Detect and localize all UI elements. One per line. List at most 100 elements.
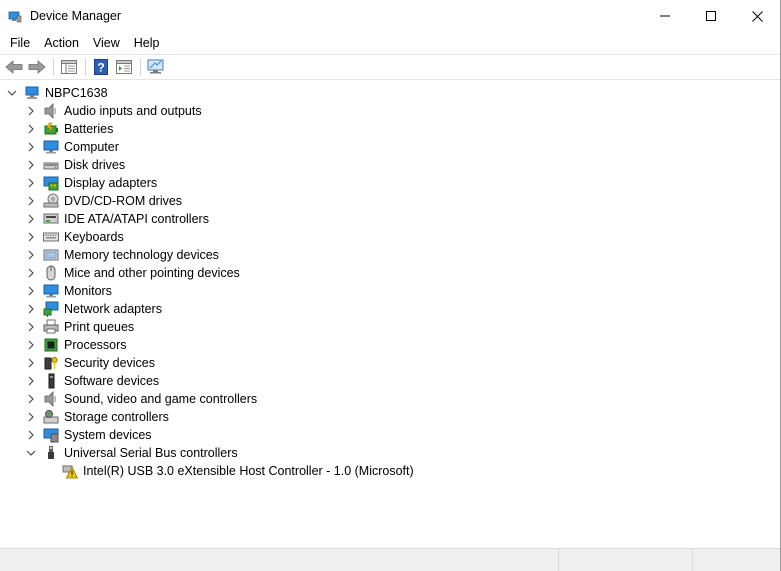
monitor-scan-icon [147,59,164,74]
tree-item-label: DVD/CD-ROM drives [64,194,183,208]
tree-category-audio-inputs-and-outputs[interactable]: Audio inputs and outputs [0,102,760,120]
menu-action[interactable]: Action [37,33,86,53]
tree-category-software-devices[interactable]: Software devices [0,372,760,390]
window-title: Device Manager [30,9,122,23]
chevron-right-icon[interactable] [25,267,37,279]
tree-item-label: Mice and other pointing devices [64,266,240,280]
chevron-right-icon[interactable] [25,339,37,351]
tree-category-universal-serial-bus-controllers[interactable]: Universal Serial Bus controllers [0,444,760,462]
tree-category-display-adapters[interactable]: Display adapters [0,174,760,192]
tree-category-network-adapters[interactable]: Network adapters [0,300,760,318]
menu-view[interactable]: View [86,33,127,53]
tree-item-label: IDE ATA/ATAPI controllers [64,212,209,226]
memory-icon [43,247,59,263]
tree-category-monitors[interactable]: Monitors [0,282,760,300]
tree-item-label: Keyboards [64,230,124,244]
tree-category-disk-drives[interactable]: Disk drives [0,156,760,174]
tree-item-label: Storage controllers [64,410,169,424]
tree-device-intel-usb-host-controller[interactable]: Intel(R) USB 3.0 eXtensible Host Control… [0,462,760,480]
tree-category-storage-controllers[interactable]: Storage controllers [0,408,760,426]
back-button[interactable] [3,56,25,78]
tree-item-label: System devices [64,428,152,442]
tree-item-label: Print queues [64,320,135,334]
show-hide-console-tree-button[interactable] [58,56,80,78]
tree-item-label: Disk drives [64,158,126,172]
arrow-left-icon [5,60,23,74]
chevron-right-icon[interactable] [25,249,37,261]
console-tree-icon [61,60,77,74]
chevron-right-icon[interactable] [25,375,37,387]
tree-category-sound-video-and-game-controllers[interactable]: Sound, video and game controllers [0,390,760,408]
monitor-icon [43,283,59,299]
tree-item-label: Processors [64,338,127,352]
toolbar: ? [0,54,780,80]
chevron-right-icon[interactable] [25,141,37,153]
properties-icon [116,60,132,74]
tree-item-label: Intel(R) USB 3.0 eXtensible Host Control… [83,464,414,478]
menu-help[interactable]: Help [127,33,167,53]
printer-icon [43,319,59,335]
tree-category-batteries[interactable]: Batteries [0,120,760,138]
close-button[interactable] [734,0,780,32]
minimize-button[interactable] [642,0,688,32]
display-adapter-icon [43,175,59,191]
menu-bar: File Action View Help [0,32,780,54]
tree-item-label: Network adapters [64,302,162,316]
chevron-right-icon[interactable] [25,123,37,135]
tree-item-label: Computer [64,140,119,154]
toolbar-separator [85,58,86,76]
battery-icon [43,121,59,137]
ide-controller-icon [43,211,59,227]
disk-drive-icon [43,157,59,173]
status-pane [558,549,692,571]
svg-text:?: ? [97,61,104,75]
speaker-icon [43,391,59,407]
software-device-icon [43,373,59,389]
chevron-right-icon[interactable] [25,285,37,297]
chevron-right-icon[interactable] [25,195,37,207]
processor-icon [43,337,59,353]
chevron-right-icon[interactable] [25,411,37,423]
device-manager-window: Device Manager File Action View Help ? N… [0,0,781,571]
chevron-right-icon[interactable] [25,105,37,117]
tree-item-label: NBPC1638 [45,86,108,100]
tree-item-label: Universal Serial Bus controllers [64,446,238,460]
tree-category-computer[interactable]: Computer [0,138,760,156]
tree-category-mice-and-other-pointing-devices[interactable]: Mice and other pointing devices [0,264,760,282]
menu-file[interactable]: File [3,33,37,53]
chevron-right-icon[interactable] [25,393,37,405]
chevron-right-icon[interactable] [25,213,37,225]
tree-item-label: Sound, video and game controllers [64,392,258,406]
scan-hardware-button[interactable] [145,56,167,78]
chevron-right-icon[interactable] [25,303,37,315]
chevron-right-icon[interactable] [25,177,37,189]
system-device-icon [43,427,59,443]
tree-category-processors[interactable]: Processors [0,336,760,354]
chevron-right-icon[interactable] [25,429,37,441]
tree-category-keyboards[interactable]: Keyboards [0,228,760,246]
chevron-right-icon[interactable] [25,357,37,369]
tree-category-print-queues[interactable]: Print queues [0,318,760,336]
help-button[interactable]: ? [90,56,112,78]
properties-button[interactable] [113,56,135,78]
tree-category-system-devices[interactable]: System devices [0,426,760,444]
tree-item-label: Security devices [64,356,156,370]
tree-root-node[interactable]: NBPC1638 [0,84,760,102]
status-pane [692,549,780,571]
title-bar[interactable]: Device Manager [0,0,780,32]
chevron-down-icon[interactable] [25,447,37,459]
tree-category-dvd-cd-rom-drives[interactable]: DVD/CD-ROM drives [0,192,760,210]
chevron-right-icon[interactable] [25,231,37,243]
speaker-icon [43,103,59,119]
warning-icon [62,463,78,479]
forward-button[interactable] [26,56,48,78]
chevron-right-icon[interactable] [25,159,37,171]
status-bar [0,548,780,571]
chevron-down-icon[interactable] [6,87,18,99]
chevron-right-icon[interactable] [25,321,37,333]
maximize-button[interactable] [688,0,734,32]
tree-category-memory-technology-devices[interactable]: Memory technology devices [0,246,760,264]
device-tree: NBPC1638 Audio inputs and outputs Batterie… [0,84,780,546]
tree-category-ide-ata-atapi-controllers[interactable]: IDE ATA/ATAPI controllers [0,210,760,228]
tree-category-security-devices[interactable]: Security devices [0,354,760,372]
